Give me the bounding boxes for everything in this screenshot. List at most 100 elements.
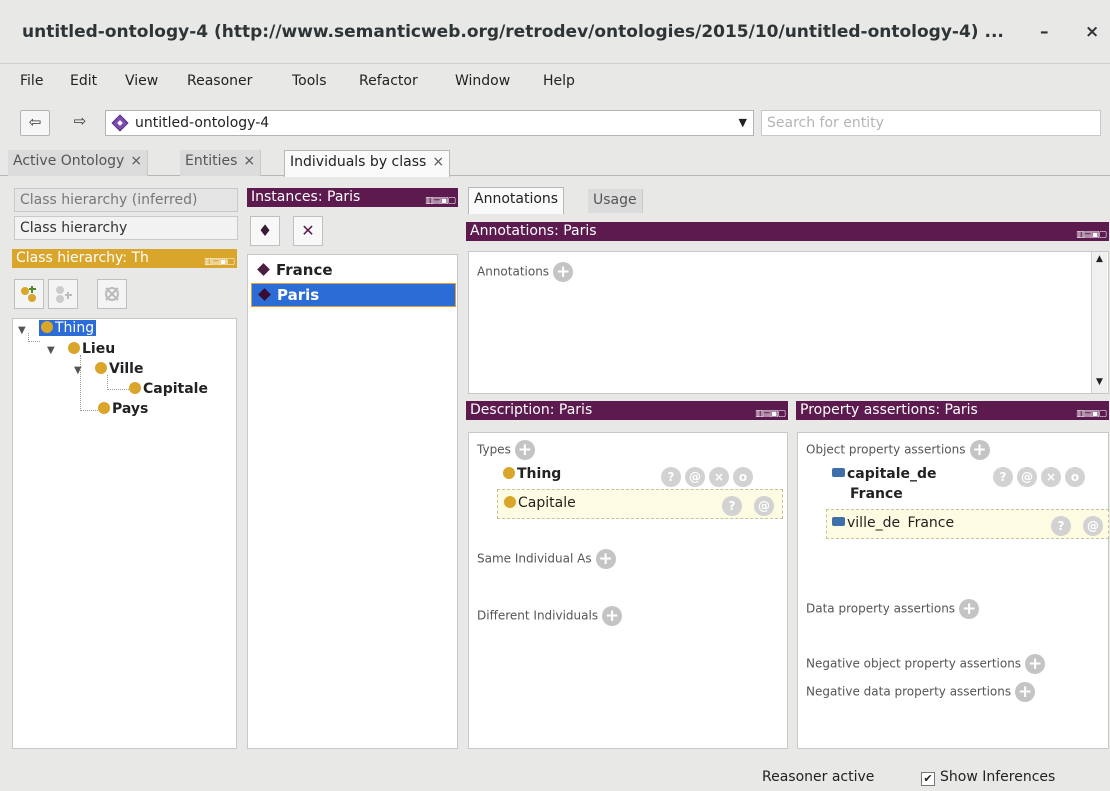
same-individual-section: Same Individual As + [477,549,616,569]
tab-class-hierarchy-inferred[interactable]: Class hierarchy (inferred) [14,188,238,212]
view-controls-icon[interactable]: ▥▤▣▢ [1076,226,1107,241]
search-entity-input[interactable]: Search for entity [761,110,1101,136]
annotate-icon[interactable]: @ [1083,516,1103,536]
tab-annotations[interactable]: Annotations [468,187,565,214]
tree-node-label: Capitale [143,381,208,397]
add-different-individual-icon[interactable]: + [602,606,623,626]
assertion-ville-de[interactable]: ville_de France [832,515,954,531]
close-window-button[interactable]: × [1085,22,1099,42]
minimize-button[interactable]: – [1040,22,1049,42]
data-property-label: Data property assertions [806,601,956,616]
different-individuals-label: Different Individuals [477,608,599,623]
annotate-icon[interactable]: @ [1017,467,1037,487]
collapse-triangle-icon[interactable]: ▼ [47,345,55,356]
tree-connector [28,333,40,342]
object-property-icon [832,517,845,526]
tab-bar: Active Ontology × Entities × Individuals b… [0,148,1110,177]
instances-title: Instances: Paris [251,189,361,205]
tab-usage[interactable]: Usage [588,189,643,213]
tab-class-hierarchy[interactable]: Class hierarchy [14,216,238,240]
edit-icon[interactable]: o [733,467,753,487]
close-icon[interactable]: × [130,153,142,169]
add-sibling-class-icon[interactable] [48,279,78,309]
individual-label: France [276,261,333,279]
help-icon[interactable]: ? [993,467,1013,487]
show-inferences-toggle[interactable]: ✔ Show Inferences [921,769,1055,786]
individual-france[interactable]: France [251,259,456,283]
add-neg-object-property-icon[interactable]: + [1025,654,1046,674]
object-property-icon [832,468,845,477]
menu-tools[interactable]: Tools [292,73,327,89]
add-subclass-icon[interactable] [14,279,44,309]
remove-icon[interactable]: × [1041,467,1061,487]
view-controls-icon[interactable]: ▥▤▣▢ [204,253,235,268]
class-circle-icon [41,321,53,333]
edit-icon[interactable]: o [1065,467,1085,487]
annotations-label: Annotations [477,264,550,279]
menu-edit[interactable]: Edit [70,73,97,89]
menu-view[interactable]: View [125,73,158,89]
instances-list [247,254,458,749]
collapse-triangle-icon[interactable]: ▼ [18,325,26,336]
view-controls-icon[interactable]: ▥▤▣▢ [425,192,456,207]
help-icon[interactable]: ? [661,467,681,487]
tab-active-ontology[interactable]: Active Ontology × [8,150,149,176]
annotate-icon[interactable]: @ [754,496,774,516]
tree-node-capitale[interactable]: Capitale [129,381,208,397]
individual-diamond-icon [258,288,271,301]
class-circle-icon [504,496,516,508]
annotations-section: Annotations + [477,262,574,282]
add-type-icon[interactable]: + [514,440,535,460]
window-titlebar: untitled-ontology-4 (http://www.semantic… [0,0,1110,64]
assertion-capitale-de[interactable]: capitale_de [832,466,937,482]
annotations-title: Annotations: Paris [470,223,597,239]
delete-individual-icon[interactable]: ✕ [293,216,323,246]
neg-object-property-section: Negative object property assertions + [806,654,1046,674]
close-icon[interactable]: × [243,153,255,169]
scroll-down-icon[interactable]: ▼ [1092,377,1107,391]
help-icon[interactable]: ? [722,496,742,516]
scroll-up-icon[interactable]: ▲ [1092,254,1107,268]
add-data-property-icon[interactable]: + [959,599,980,619]
view-controls-icon[interactable]: ▥▤▣▢ [1076,405,1107,420]
tree-node-pays[interactable]: Pays [98,401,148,417]
ontology-selector[interactable]: untitled-ontology-4 ▼ [105,110,754,136]
neg-object-property-label: Negative object property assertions [806,656,1022,671]
delete-class-icon[interactable] [97,279,127,309]
tab-individuals-by-class[interactable]: Individuals by class × [284,150,451,177]
description-header: Description: Paris ▥▤▣▢ [466,401,788,420]
instances-header: Instances: Paris ▥▤▣▢ [247,188,458,207]
add-annotation-icon[interactable]: + [553,262,574,282]
individual-paris[interactable]: Paris [251,283,456,307]
property-assertions-title: Property assertions: Paris [800,402,978,418]
types-label: Types [477,442,511,457]
help-icon[interactable]: ? [1051,516,1071,536]
add-same-individual-icon[interactable]: + [595,549,616,569]
forward-arrow-icon[interactable]: ⇨ [65,110,95,136]
close-icon[interactable]: × [432,154,444,170]
type-label: Thing [517,466,562,482]
assertion-value: France [907,515,955,531]
view-controls-icon[interactable]: ▥▤▣▢ [755,405,786,420]
type-capitale[interactable]: Capitale [504,495,576,511]
different-individuals-section: Different Individuals + [477,606,623,626]
remove-icon[interactable]: × [709,467,729,487]
tab-entities[interactable]: Entities × [180,150,262,176]
add-individual-icon[interactable]: ♦ [250,216,280,246]
menu-bar: File Edit View Reasoner Tools Refactor W… [0,64,1110,98]
tree-node-thing[interactable]: Thing [39,320,97,336]
menu-window[interactable]: Window [455,73,510,89]
add-neg-data-property-icon[interactable]: + [1015,682,1036,702]
add-object-property-icon[interactable]: + [969,440,990,460]
annotate-icon[interactable]: @ [685,467,705,487]
menu-file[interactable]: File [20,73,43,89]
checkbox-checked-icon[interactable]: ✔ [921,772,935,786]
back-arrow-icon[interactable]: ⇦ [20,110,50,136]
neg-data-property-label: Negative data property assertions [806,684,1012,699]
type-thing[interactable]: Thing [503,466,561,482]
class-hierarchy-title: Class hierarchy: Th [16,250,149,266]
menu-help[interactable]: Help [543,73,575,89]
menu-reasoner[interactable]: Reasoner [187,73,252,89]
annotations-scrollbar[interactable]: ▲ ▼ [1091,252,1107,393]
menu-refactor[interactable]: Refactor [359,73,418,89]
